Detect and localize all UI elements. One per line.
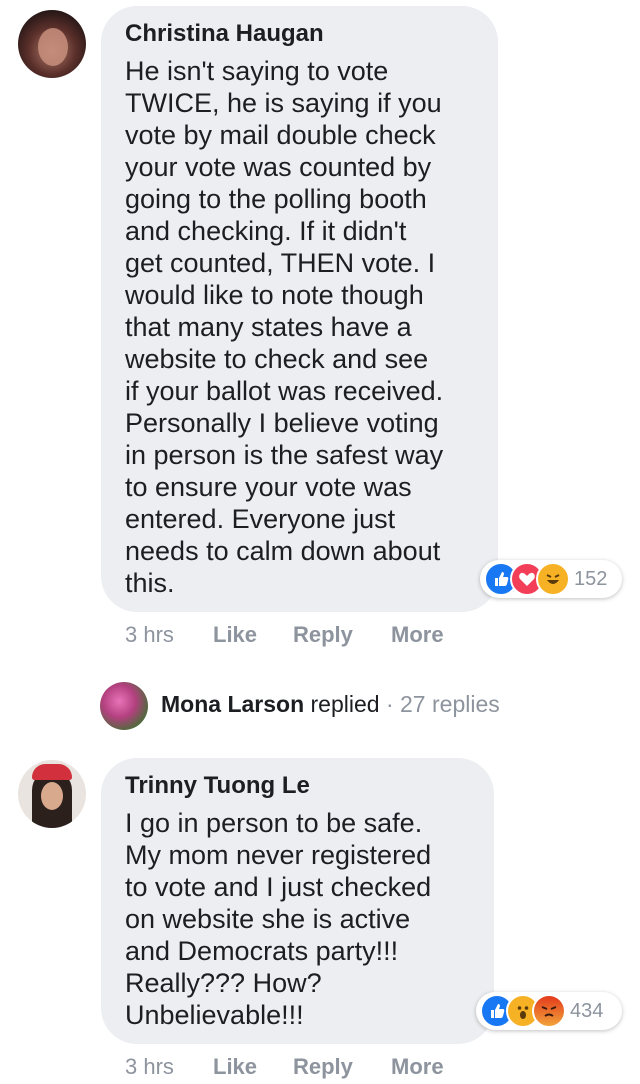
like-button[interactable]: Like (213, 1054, 257, 1080)
comment-author-name[interactable]: Trinny Tuong Le (125, 772, 310, 800)
reactions-summary[interactable]: 434 (476, 992, 622, 1030)
reaction-count: 152 (574, 567, 608, 590)
like-button[interactable]: Like (213, 622, 257, 648)
avatar-face (41, 782, 63, 810)
avatar-face (38, 28, 68, 66)
replied-label: replied (310, 691, 380, 717)
reactions-summary[interactable]: 152 (480, 560, 622, 598)
avatar-hat (32, 764, 72, 780)
separator: · (385, 691, 394, 717)
comment-timestamp: 3 hrs (125, 622, 174, 647)
more-button[interactable]: More (391, 1054, 444, 1080)
avatar[interactable] (18, 10, 86, 78)
angry-icon (532, 994, 566, 1028)
replier-name: Mona Larson (161, 691, 305, 717)
more-button[interactable]: More (391, 622, 444, 648)
comment-text: I go in person to be safe. My mom never … (125, 808, 432, 1030)
comment-author-name[interactable]: Christina Haugan (125, 20, 324, 48)
reply-avatar[interactable] (100, 682, 148, 730)
reaction-count: 434 (570, 999, 604, 1022)
avatar[interactable] (18, 760, 86, 828)
comment-timestamp: 3 hrs (125, 1054, 174, 1079)
reply-button[interactable]: Reply (293, 622, 353, 648)
reply-button[interactable]: Reply (293, 1054, 353, 1080)
reply-count: 27 replies (400, 691, 500, 717)
comment-text: He isn't saying to vote TWICE, he is say… (125, 56, 444, 598)
haha-icon (536, 562, 570, 596)
view-replies-link[interactable]: Mona Larson replied · 27 replies (161, 691, 500, 718)
